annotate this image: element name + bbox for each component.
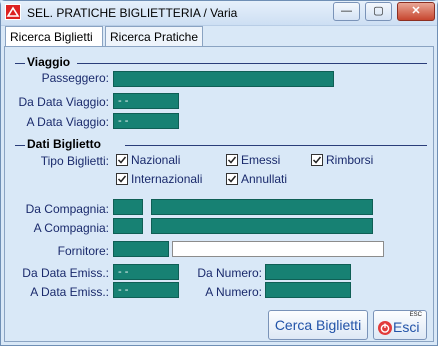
section-viaggio-title: Viaggio [27, 55, 71, 69]
cerca-biglietti-button[interactable]: Cerca Biglietti [268, 310, 368, 340]
a-data-emiss-field[interactable]: - - [113, 282, 179, 298]
passeggero-field[interactable] [113, 71, 334, 87]
a-data-viaggio-field[interactable]: - - [113, 113, 179, 129]
fornitore-label: Fornitore: [57, 244, 109, 258]
checkbox-box[interactable] [116, 172, 128, 185]
a-compagnia-name-field[interactable] [151, 218, 373, 234]
section-line-right [77, 63, 427, 64]
esci-label: Esci [393, 319, 420, 335]
da-data-viaggio-field[interactable]: - - [113, 93, 179, 109]
app-window: SEL. PRATICHE BIGLIETTERIA / Varia — ▢ ✕… [0, 0, 438, 346]
a-data-emiss-label: A Data Emiss.: [30, 285, 109, 299]
da-data-viaggio-label: Da Data Viaggio: [18, 95, 109, 109]
fornitore-name-field[interactable] [172, 241, 384, 257]
section-line-left [15, 145, 25, 146]
da-compagnia-label: Da Compagnia: [25, 202, 109, 216]
da-data-emiss-label: Da Data Emiss.: [22, 266, 109, 280]
close-button[interactable]: ✕ [397, 2, 435, 21]
maximize-button[interactable]: ▢ [365, 2, 392, 21]
checkbox-label: Annullati [241, 172, 288, 186]
a-compagnia-label: A Compagnia: [33, 221, 109, 235]
checkbox-nazionali[interactable]: Nazionali [116, 153, 180, 169]
da-compagnia-code-field[interactable] [113, 199, 143, 215]
checkbox-box[interactable] [116, 153, 128, 166]
exit-icon [378, 321, 392, 335]
checkbox-box[interactable] [226, 153, 238, 166]
tab-ricerca-biglietti[interactable]: Ricerca Biglietti [5, 26, 103, 46]
checkbox-annullati[interactable]: Annullati [226, 172, 287, 188]
checkbox-internazionali[interactable]: Internazionali [116, 172, 202, 188]
checkbox-box[interactable] [311, 153, 323, 166]
a-compagnia-code-field[interactable] [113, 218, 143, 234]
section-dati-biglietto-title: Dati Biglietto [27, 137, 101, 151]
tipo-biglietti-label: Tipo Biglietti: [40, 154, 109, 168]
title-bar: SEL. PRATICHE BIGLIETTERIA / Varia — ▢ ✕ [1, 1, 437, 26]
da-numero-field[interactable] [265, 264, 351, 280]
a-numero-field[interactable] [265, 282, 351, 298]
esci-button[interactable]: ESC Esci [373, 310, 427, 340]
da-data-emiss-field[interactable]: - - [113, 264, 179, 280]
window-title: SEL. PRATICHE BIGLIETTERIA / Varia [27, 6, 238, 20]
checkbox-label: Nazionali [131, 153, 181, 167]
esc-shortcut-hint: ESC [409, 312, 422, 318]
app-icon [5, 4, 21, 20]
da-compagnia-name-field[interactable] [151, 199, 373, 215]
tab-panel: Viaggio Passeggero: Da Data Viaggio: - -… [4, 46, 434, 342]
section-line-left [15, 63, 25, 64]
checkbox-label: Internazionali [131, 172, 203, 186]
a-data-viaggio-label: A Data Viaggio: [26, 115, 109, 129]
da-numero-label: Da Numero: [197, 266, 262, 280]
a-numero-label: A Numero: [205, 285, 262, 299]
passeggero-label: Passeggero: [41, 71, 109, 85]
tab-ricerca-pratiche[interactable]: Ricerca Pratiche [105, 26, 203, 46]
checkbox-rimborsi[interactable]: Rimborsi [311, 153, 373, 169]
minimize-button[interactable]: — [333, 2, 360, 21]
checkbox-emessi[interactable]: Emessi [226, 153, 280, 169]
checkbox-box[interactable] [226, 172, 238, 185]
checkbox-label: Emessi [241, 153, 281, 167]
fornitore-code-field[interactable] [113, 241, 169, 257]
section-line-right [125, 145, 427, 146]
checkbox-label: Rimborsi [326, 153, 374, 167]
